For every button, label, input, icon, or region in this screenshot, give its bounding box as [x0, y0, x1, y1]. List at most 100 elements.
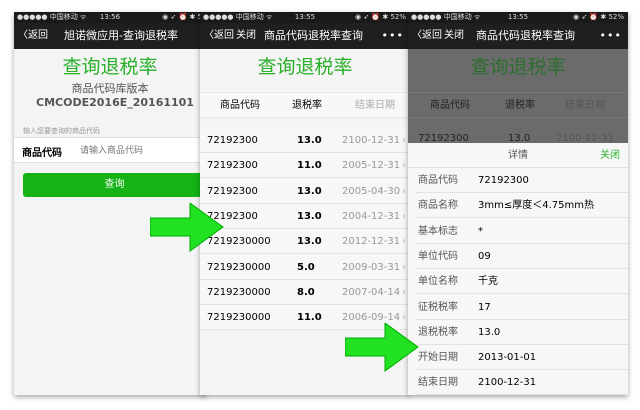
- more-icon[interactable]: •••: [600, 23, 622, 49]
- row-end-date: 2005-04-30: [342, 185, 401, 197]
- column-code: 商品代码: [220, 100, 260, 111]
- row-code: 72192300: [207, 185, 258, 197]
- detail-value: 3mm≤厚度＜4.75mm热: [478, 200, 594, 212]
- code-input[interactable]: [80, 142, 200, 158]
- detail-row: 退税税率 13.0: [416, 319, 628, 345]
- row-rate: 13.0: [297, 236, 322, 248]
- chevron-right-icon: ›: [402, 236, 406, 248]
- row-code: 7219230000: [207, 286, 271, 298]
- chevron-right-icon: ›: [402, 210, 406, 222]
- input-hint: 输入您要查询的商品代码: [23, 127, 100, 135]
- detail-row: 开始日期 2013-01-01: [416, 345, 628, 371]
- dim-overlay[interactable]: 查询退税率 商品代码 退税率 结束日期 72192300 13.0 2100-1…: [408, 49, 628, 144]
- detail-label: 单位名称: [418, 276, 458, 288]
- row-end-date: 2004-12-31: [342, 210, 401, 222]
- chevron-right-icon: ›: [402, 261, 406, 273]
- table-row[interactable]: 72192300 13.0 2004-12-31 ›: [200, 203, 410, 229]
- column-rate: 退税率: [292, 100, 322, 111]
- detail-label: 单位代码: [418, 250, 458, 262]
- more-icon[interactable]: •••: [382, 23, 404, 49]
- detail-panel: 详情 关闭 商品代码 72192300 商品名称 3mm≤厚度＜4.75mm热基本标志…: [408, 143, 628, 395]
- table-row[interactable]: 72192300 11.0 2005-12-31 ›: [200, 153, 410, 179]
- row-rate: 11.0: [297, 160, 322, 172]
- row-code: 7219230000: [207, 312, 271, 324]
- detail-label: 征税税率: [418, 301, 458, 313]
- detail-value: 2013-01-01: [478, 352, 537, 364]
- row-rate: 13.0: [297, 185, 322, 197]
- row-rate: 13.0: [297, 135, 322, 146]
- detail-value: *: [478, 225, 483, 237]
- detail-row: 征税税率 17: [416, 294, 628, 320]
- arrow-right-icon: [150, 203, 224, 252]
- back-button[interactable]: 〈返回: [412, 23, 442, 49]
- page-title: 查询退税率: [257, 56, 353, 78]
- row-rate: 11.0: [297, 312, 322, 324]
- nav-bar: 〈返回 关闭 商品代码退税率查询 •••: [408, 23, 628, 49]
- row-end-date: 2009-03-31: [342, 261, 401, 273]
- nav-bar: 〈返回 关闭 商品代码退税率查询 •••: [200, 23, 410, 49]
- arrow-right-icon: [345, 323, 419, 372]
- nav-title: 旭诺微应用-查询退税率: [64, 29, 178, 42]
- row-code: 72192300: [207, 135, 258, 146]
- table-row[interactable]: 7219230000 13.0 2012-12-31 ›: [200, 229, 410, 255]
- row-end-date: 2012-12-31: [342, 236, 401, 248]
- table-row[interactable]: 72192300 13.0 2100-12-31 ›: [200, 128, 410, 153]
- detail-row: 单位名称 千克: [416, 269, 628, 295]
- detail-value: 千克: [478, 276, 498, 288]
- version-label: 商品代码库版本: [71, 82, 149, 95]
- back-button[interactable]: 〈返回: [18, 23, 48, 49]
- close-button[interactable]: 关闭: [236, 23, 256, 49]
- detail-row: 单位代码 09: [416, 243, 628, 269]
- detail-label: 开始日期: [418, 352, 458, 364]
- nav-bar: 〈返回 旭诺微应用-查询退税率: [14, 23, 206, 49]
- chevron-right-icon: ›: [402, 185, 406, 197]
- column-code: 商品代码: [430, 100, 470, 111]
- query-button[interactable]: 查询: [23, 173, 206, 197]
- code-field-row: 商品代码: [14, 137, 206, 163]
- detail-label: 结束日期: [418, 377, 458, 389]
- table-header: 商品代码 退税率 结束日期: [200, 92, 410, 118]
- detail-value: 72192300: [478, 175, 529, 186]
- detail-label: 商品代码: [418, 175, 458, 186]
- table-row[interactable]: 72192300 13.0 2005-04-30 ›: [200, 178, 410, 204]
- detail-label: 退税税率: [418, 326, 458, 338]
- row-rate: 13.0: [297, 210, 322, 222]
- table-row[interactable]: 7219230000 5.0 2009-03-31 ›: [200, 254, 410, 280]
- back-button[interactable]: 〈返回: [204, 23, 234, 49]
- status-icons: ◉ ➶ ⏰ ✱ 5: [162, 13, 202, 21]
- status-bar: ●●●●● 中国移动 ᯤ 13:56 ◉ ➶ ⏰ ✱ 5: [14, 12, 206, 23]
- version-value: CMCODE2016E_20161101: [36, 96, 194, 109]
- row-code: 72192300: [207, 160, 258, 172]
- chevron-right-icon: ›: [402, 160, 406, 172]
- detail-row: 基本标志 *: [416, 218, 628, 244]
- detail-row: 商品名称 3mm≤厚度＜4.75mm热: [416, 193, 628, 219]
- row-rate: 8.0: [297, 286, 315, 298]
- field-label: 商品代码: [22, 148, 62, 159]
- page-title: 查询退税率: [470, 56, 566, 78]
- row-rate: 5.0: [297, 261, 315, 273]
- status-bar: ●●●●● 中国移动 ᯤ 13:55 ◉ ➶ ⏰ ✱ 52%: [408, 12, 628, 23]
- row-end-date: 2100-12-31: [342, 135, 401, 146]
- page-title: 查询退税率: [62, 56, 158, 78]
- close-button[interactable]: 关闭: [444, 23, 464, 49]
- table-row[interactable]: 7219230000 8.0 2007-04-14 ›: [200, 279, 410, 305]
- row-code: 7219230000: [207, 261, 271, 273]
- panel-header: 详情 关闭: [408, 143, 628, 168]
- detail-value: 17: [478, 301, 491, 313]
- detail-value: 2100-12-31: [478, 377, 537, 389]
- panel-close-button[interactable]: 关闭: [600, 143, 620, 168]
- chevron-right-icon: ›: [402, 135, 406, 146]
- detail-value: 09: [478, 250, 491, 262]
- column-rate: 退税率: [505, 100, 535, 111]
- row-end-date: 2005-12-31: [342, 160, 401, 172]
- row-end-date: 2007-04-14: [342, 286, 401, 298]
- detail-label: 商品名称: [418, 200, 458, 212]
- detail-row: 商品代码 72192300: [416, 168, 628, 193]
- screen-detail: ●●●●● 中国移动 ᯤ 13:55 ◉ ➶ ⏰ ✱ 52% 〈返回 关闭 商品代码退税…: [408, 12, 628, 395]
- chevron-right-icon: ›: [402, 286, 406, 298]
- detail-label: 基本标志: [418, 225, 458, 237]
- column-end-date: 结束日期: [355, 100, 395, 111]
- detail-value: 13.0: [478, 326, 501, 338]
- detail-row: 结束日期 2100-12-31: [416, 370, 628, 395]
- status-icons: ◉ ➶ ⏰ ✱ 52%: [572, 13, 624, 21]
